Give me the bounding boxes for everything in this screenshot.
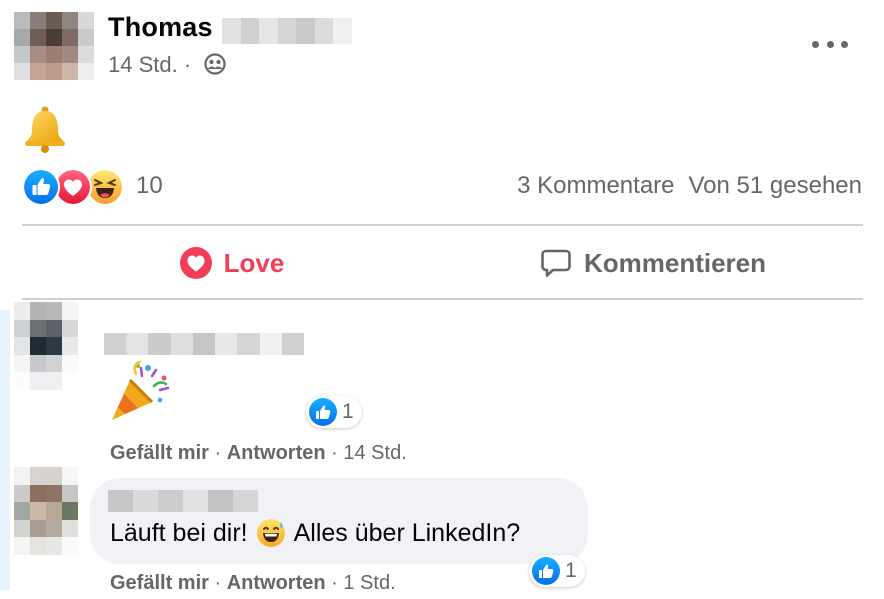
comment-reaction-count: 1	[342, 400, 354, 423]
heart-icon	[179, 247, 212, 279]
post-timestamp[interactable]: 14 Std. ·	[108, 52, 191, 78]
reaction-count[interactable]: 10	[136, 172, 163, 200]
reply-comment-link[interactable]: Antworten	[227, 572, 326, 594]
comment-text-part-2: Alles über LinkedIn?	[293, 518, 521, 547]
seen-by-link[interactable]: Von 51 gesehen	[689, 172, 863, 200]
thread-edge	[0, 310, 10, 590]
grinning-sweat-emoji	[256, 519, 285, 547]
comment-timestamp[interactable]: 14 Std.	[343, 442, 406, 464]
party-popper-emoji	[112, 360, 170, 420]
love-button-label: Love	[223, 247, 285, 278]
comment-button-label: Kommentieren	[583, 247, 767, 278]
comment-icon	[541, 249, 571, 277]
like-comment-link[interactable]: Gefällt mir	[110, 442, 209, 464]
reactions-summary[interactable]	[22, 168, 132, 206]
comment-reaction-chip[interactable]: 1	[306, 396, 362, 428]
comment-actions: Gefällt mir · Antworten · 1 Std.	[110, 572, 396, 594]
commenter-avatar[interactable]	[14, 302, 78, 390]
comment-text-part-1: Läuft bei dir!	[110, 518, 248, 547]
commenter-avatar[interactable]	[14, 467, 78, 555]
globe-people-icon[interactable]	[204, 53, 226, 75]
commenter-name-blurred[interactable]	[108, 490, 258, 512]
author-name[interactable]: Thomas	[108, 12, 213, 43]
commenter-name-blurred[interactable]	[104, 333, 304, 355]
author-last-name-blurred	[222, 18, 353, 44]
comment-text: Läuft bei dir! Alles über LinkedIn?	[110, 518, 520, 548]
comments-count-link[interactable]: 3 Kommentare	[517, 172, 674, 200]
comment-button[interactable]: Kommentieren	[443, 232, 863, 294]
post-stats: 3 Kommentare Von 51 gesehen	[517, 172, 862, 200]
like-reaction-icon	[22, 168, 60, 206]
divider	[22, 298, 863, 300]
like-reaction-icon	[532, 557, 560, 585]
love-button[interactable]: Love	[22, 232, 442, 294]
bell-emoji	[25, 106, 65, 153]
like-reaction-icon	[309, 398, 337, 426]
divider	[22, 224, 863, 226]
comment-timestamp[interactable]: 1 Std.	[343, 572, 395, 594]
author-avatar[interactable]	[14, 12, 94, 80]
like-comment-link[interactable]: Gefällt mir	[110, 572, 209, 594]
reply-comment-link[interactable]: Antworten	[227, 442, 326, 464]
comment-reaction-count: 1	[565, 559, 577, 582]
comment-actions: Gefällt mir · Antworten · 14 Std.	[110, 442, 407, 464]
more-options-icon[interactable]	[812, 30, 848, 58]
comment-reaction-chip[interactable]: 1	[529, 555, 585, 587]
